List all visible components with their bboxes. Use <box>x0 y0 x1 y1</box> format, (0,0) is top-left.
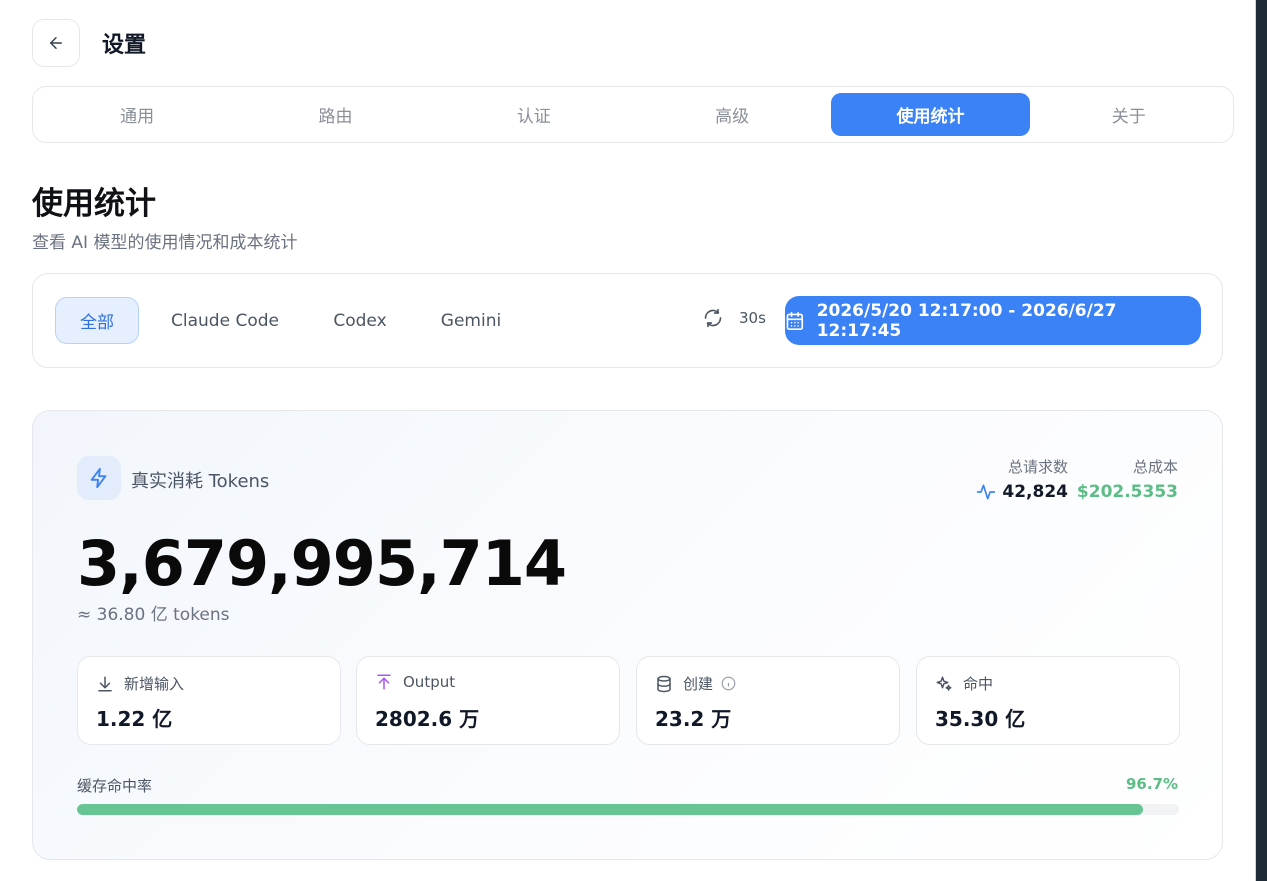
info-icon[interactable] <box>721 676 736 691</box>
calendar-icon <box>786 311 804 330</box>
total-tokens-value: 3,679,995,714 <box>77 527 567 600</box>
lightning-icon <box>90 467 107 489</box>
arrow-left-icon <box>50 37 62 49</box>
token-usage-card: 真实消耗 Tokens 总请求数 42,824 总成本 $202.5353 3,… <box>32 410 1223 860</box>
token-badge <box>77 456 121 500</box>
metric-label: Output <box>403 673 456 691</box>
total-cost: 总成本 $202.5353 <box>1077 456 1178 502</box>
source-gemini-button[interactable]: Gemini <box>425 297 517 344</box>
total-requests-label: 总请求数 <box>1007 458 1068 476</box>
cache-hit-value: 96.7% <box>1125 775 1178 793</box>
back-button[interactable] <box>32 19 80 67</box>
refresh-icon[interactable] <box>703 308 723 328</box>
activity-icon <box>977 484 996 500</box>
metric-output: Output 2802.6 万 <box>356 656 620 745</box>
metric-value: 35.30 亿 <box>935 707 1026 731</box>
tab-about[interactable]: 关于 <box>1030 93 1228 136</box>
header: 设置 <box>32 19 146 67</box>
refresh-interval: 30s <box>739 309 766 327</box>
total-requests: 总请求数 42,824 <box>976 456 1068 502</box>
settings-tabs: 通用 路由 认证 高级 使用统计 关于 <box>32 86 1234 143</box>
settings-window: 设置 通用 路由 认证 高级 使用统计 关于 使用统计 查看 AI 模型的使用情… <box>0 0 1256 881</box>
cache-hit-progress <box>77 804 1179 815</box>
tab-usage-stats[interactable]: 使用统计 <box>831 93 1030 136</box>
date-range-text: 2026/5/20 12:17:00 - 2026/6/27 12:17:45 <box>816 300 1117 341</box>
metric-hit: 命中 35.30 亿 <box>916 656 1180 745</box>
download-icon <box>98 676 112 691</box>
source-all-button[interactable]: 全部 <box>55 297 139 344</box>
source-codex-button[interactable]: Codex <box>313 297 407 344</box>
tab-auth[interactable]: 认证 <box>435 93 633 136</box>
total-cost-label: 总成本 <box>1132 458 1178 476</box>
metric-value: 23.2 万 <box>655 707 732 731</box>
card-label: 真实消耗 Tokens <box>131 471 270 492</box>
filter-bar: 全部 Claude Code Codex Gemini 30s 2026/5/2… <box>32 273 1223 368</box>
tab-advanced[interactable]: 高级 <box>633 93 831 136</box>
sparkles-icon <box>936 676 952 691</box>
auto-refresh-control[interactable]: 30s <box>703 308 766 328</box>
total-cost-value: $202.5353 <box>1076 482 1178 502</box>
cache-hit-progress-fill <box>77 804 1143 815</box>
metric-value: 2802.6 万 <box>375 707 480 731</box>
section-subtitle: 查看 AI 模型的使用情况和成本统计 <box>32 233 298 253</box>
page-title: 设置 <box>102 33 147 58</box>
database-icon <box>657 675 671 692</box>
source-claude-code-button[interactable]: Claude Code <box>155 297 295 344</box>
metric-label: 命中 <box>963 675 994 693</box>
tab-routing[interactable]: 路由 <box>236 93 434 136</box>
total-requests-value: 42,824 <box>1002 482 1068 502</box>
tab-general[interactable]: 通用 <box>38 93 236 136</box>
date-range-button[interactable]: 2026/5/20 12:17:00 - 2026/6/27 12:17:45 <box>785 296 1201 345</box>
upload-icon <box>377 674 391 690</box>
metric-create: 创建 23.2 万 <box>636 656 900 745</box>
cache-hit-label: 缓存命中率 <box>77 777 153 795</box>
metric-value: 1.22 亿 <box>96 707 173 731</box>
metric-label: 创建 <box>683 675 714 693</box>
section-title: 使用统计 <box>32 186 156 222</box>
metric-new-input: 新增输入 1.22 亿 <box>77 656 341 745</box>
total-tokens-approx: ≈ 36.80 亿 tokens <box>77 605 230 625</box>
metric-label: 新增输入 <box>124 675 185 693</box>
